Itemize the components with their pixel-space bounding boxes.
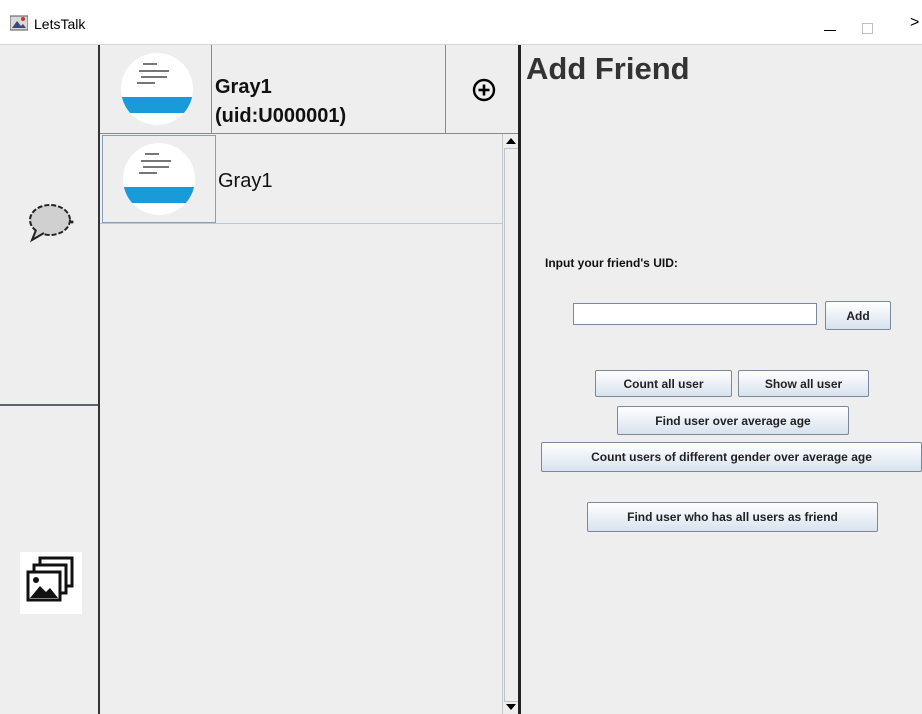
page-title: Add Friend (526, 51, 690, 86)
app-logo-icon (10, 15, 28, 31)
find-user-all-friends-button[interactable]: Find user who has all users as friend (587, 502, 878, 532)
friend-name: Gray1 (218, 170, 273, 192)
show-all-user-button[interactable]: Show all user (738, 370, 869, 397)
scroll-up-arrow-icon[interactable] (506, 138, 516, 144)
friend-avatar-box (102, 135, 216, 223)
circle-plus-icon (472, 78, 496, 102)
uid-label: Input your friend's UID: (545, 256, 678, 270)
chat-bubble-icon (29, 204, 74, 243)
avatar[interactable] (121, 53, 193, 125)
profile-avatar-box (100, 45, 212, 133)
friend-list-scrollbar[interactable] (502, 134, 519, 714)
maximize-button[interactable] (862, 23, 873, 34)
scroll-down-arrow-icon[interactable] (506, 704, 516, 710)
add-friend-panel: Add Friend Input your friend's UID: Add … (521, 45, 922, 714)
friend-list: Gray1 (100, 134, 502, 714)
uid-input[interactable] (573, 303, 817, 325)
photo-gallery-icon (20, 552, 82, 614)
profile-name-line1: Gray1 (215, 76, 272, 98)
close-button[interactable]: > (910, 14, 919, 32)
list-item[interactable]: Gray1 (100, 134, 502, 224)
profile-header: Gray1 (uid:U000001) (100, 45, 519, 134)
add-button[interactable]: Add (825, 301, 891, 330)
find-user-over-average-age-button[interactable]: Find user over average age (617, 406, 849, 435)
minimize-button[interactable] (824, 30, 836, 31)
window-title: LetsTalk (34, 16, 86, 32)
left-sidebar (0, 45, 100, 714)
profile-uid: (uid:U000001) (215, 105, 347, 127)
count-gender-over-average-age-button[interactable]: Count users of different gender over ave… (541, 442, 922, 472)
add-friend-button[interactable] (445, 45, 519, 133)
scroll-track[interactable] (504, 148, 519, 702)
profile-name: Gray1 (uid:U000001) (215, 73, 346, 131)
count-all-user-button[interactable]: Count all user (595, 370, 732, 397)
sidebar-item-photos[interactable] (0, 406, 98, 714)
sidebar-item-chat[interactable] (0, 45, 98, 404)
title-bar: LetsTalk > (0, 0, 922, 45)
avatar (123, 143, 195, 215)
